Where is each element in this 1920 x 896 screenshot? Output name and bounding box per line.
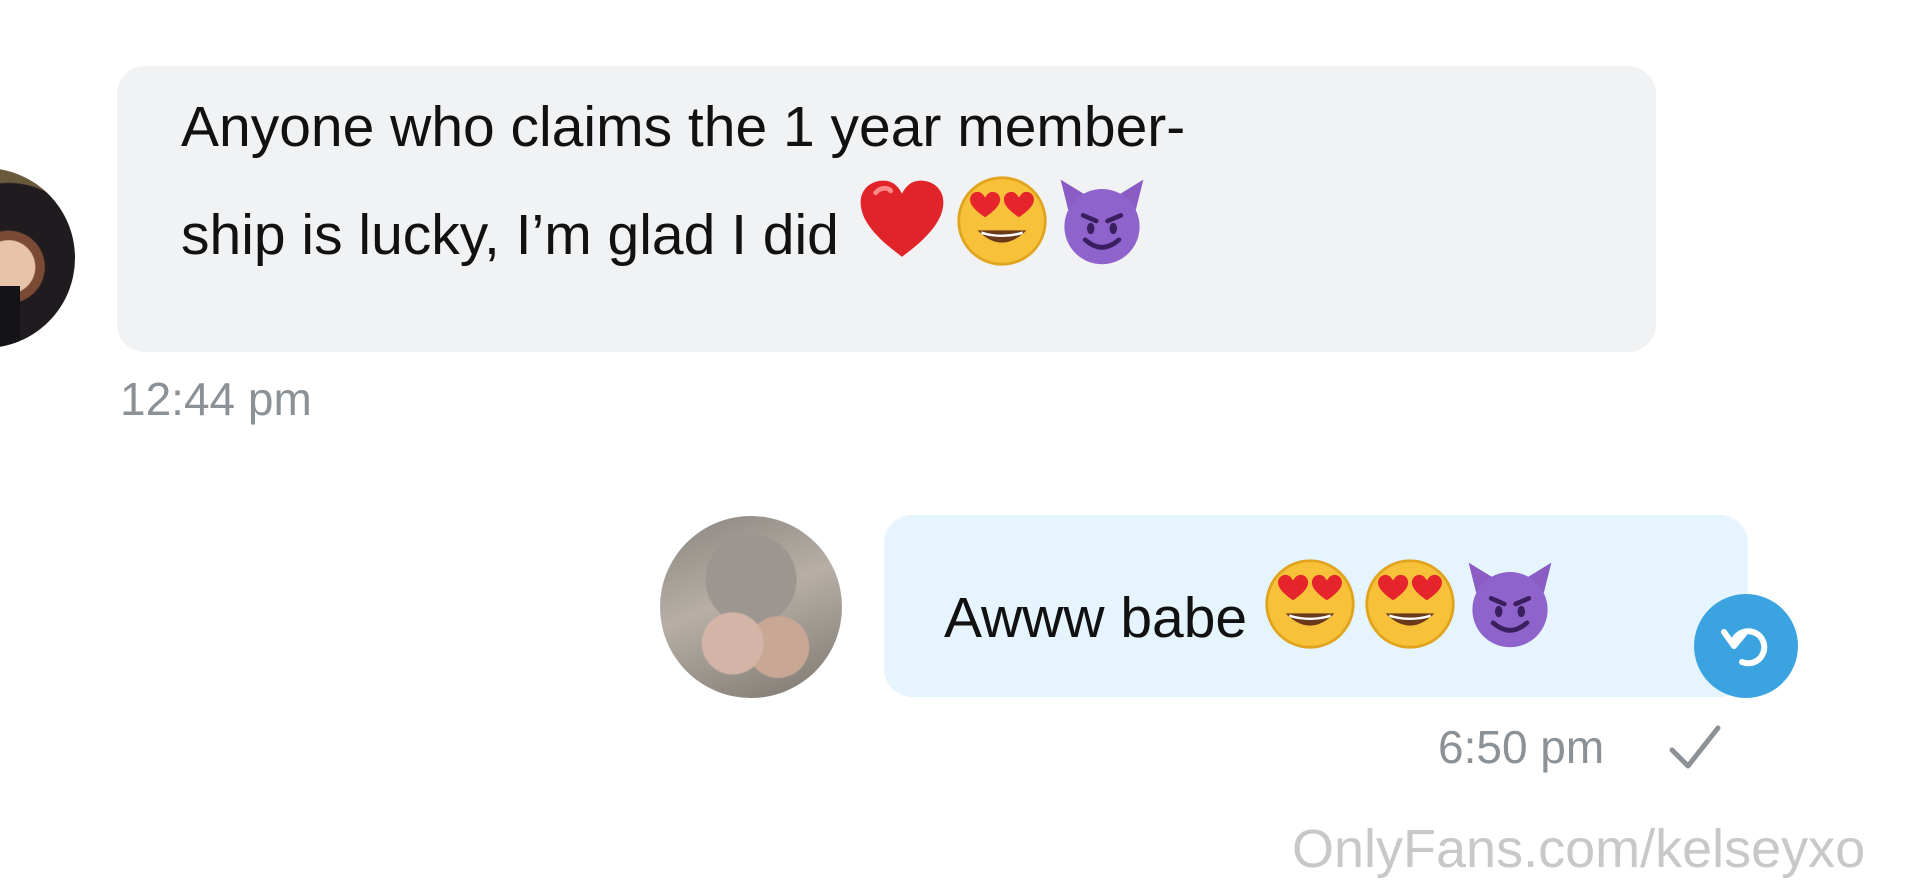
incoming-timestamp: 12:44 pm bbox=[120, 373, 312, 425]
heart-eyes-emoji-icon bbox=[1363, 557, 1457, 651]
message-text-line-1: Anyone who claims the 1 year member- bbox=[181, 95, 1186, 159]
red-heart-icon bbox=[855, 174, 949, 268]
outgoing-message-bubble[interactable]: Awww babe bbox=[884, 515, 1748, 697]
incoming-message-bubble[interactable]: Anyone who claims the 1 year member- shi… bbox=[117, 66, 1656, 352]
heart-eyes-emoji-icon bbox=[955, 174, 1049, 268]
check-icon bbox=[1669, 725, 1721, 769]
smiling-imp-emoji-icon bbox=[1463, 557, 1557, 651]
undo-arrow-button[interactable] bbox=[1694, 594, 1798, 698]
outgoing-message-text: Awww babe bbox=[944, 586, 1248, 650]
outgoing-timestamp: 6:50 pm bbox=[1438, 721, 1605, 773]
sender-avatar[interactable] bbox=[0, 168, 75, 348]
watermark: OnlyFans.com/kelseyxo bbox=[1292, 819, 1866, 879]
undo-arrow-icon bbox=[1721, 628, 1768, 667]
own-avatar[interactable] bbox=[660, 516, 842, 698]
message-text-line-2-text: ship is lucky, I’m glad I did bbox=[181, 203, 839, 267]
smiling-imp-emoji-icon bbox=[1055, 174, 1149, 268]
message-text-line-2: ship is lucky, I’m glad I did bbox=[181, 174, 1656, 282]
heart-eyes-emoji-icon bbox=[1263, 557, 1357, 651]
outgoing-message-line: Awww babe bbox=[944, 557, 1748, 665]
